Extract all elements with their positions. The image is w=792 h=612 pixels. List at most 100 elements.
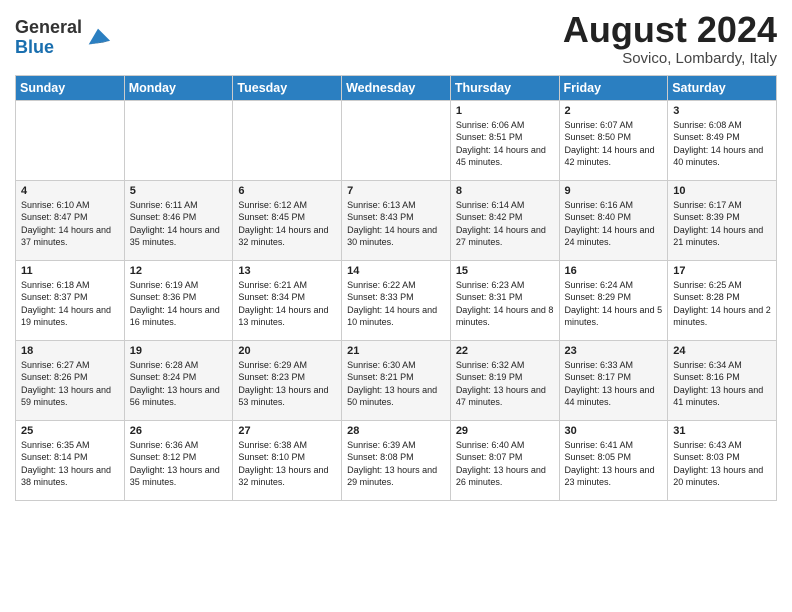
day-number: 25 (21, 425, 119, 437)
day-number: 13 (238, 265, 336, 277)
calendar-cell: 30 Sunrise: 6:41 AM Sunset: 8:05 PM Dayli… (559, 420, 668, 500)
calendar-cell: 16Sunrise: 6:24 AM Sunset: 8:29 PM Dayli… (559, 260, 668, 340)
day-info: Sunrise: 6:11 AM Sunset: 8:46 PM Dayligh… (130, 199, 228, 249)
calendar-cell: 3 Sunrise: 6:08 AM Sunset: 8:49 PM Daylig… (668, 100, 777, 180)
calendar-table: SundayMondayTuesdayWednesdayThursdayFrid… (15, 75, 777, 501)
day-number: 3 (673, 105, 771, 117)
calendar-cell (16, 100, 125, 180)
day-info: Sunrise: 6:39 AM Sunset: 8:08 PM Dayligh… (347, 439, 445, 489)
day-number: 1 (456, 105, 554, 117)
day-info: Sunrise: 6:34 AM Sunset: 8:16 PM Dayligh… (673, 359, 771, 409)
day-number: 23 (565, 345, 663, 357)
day-info: Sunrise: 6:32 AM Sunset: 8:19 PM Dayligh… (456, 359, 554, 409)
day-number: 31 (673, 425, 771, 437)
day-info: Sunrise: 6:12 AM Sunset: 8:45 PM Dayligh… (238, 199, 336, 249)
day-info: Sunrise: 6:21 AM Sunset: 8:34 PM Dayligh… (238, 279, 336, 329)
weekday-sunday: Sunday (16, 75, 125, 100)
day-number: 8 (456, 185, 554, 197)
day-number: 6 (238, 185, 336, 197)
calendar-cell: 24 Sunrise: 6:34 AM Sunset: 8:16 PM Dayli… (668, 340, 777, 420)
calendar-cell (124, 100, 233, 180)
calendar-body: 1 Sunrise: 6:06 AM Sunset: 8:51 PM Daylig… (16, 100, 777, 500)
day-info: Sunrise: 6:19 AM Sunset: 8:36 PM Dayligh… (130, 279, 228, 329)
calendar-cell: 19Sunrise: 6:28 AM Sunset: 8:24 PM Dayli… (124, 340, 233, 420)
weekday-tuesday: Tuesday (233, 75, 342, 100)
calendar-cell: 28 Sunrise: 6:39 AM Sunset: 8:08 PM Dayli… (342, 420, 451, 500)
calendar-cell: 13 Sunrise: 6:21 AM Sunset: 8:34 PM Dayli… (233, 260, 342, 340)
day-info: Sunrise: 6:06 AM Sunset: 8:51 PM Dayligh… (456, 119, 554, 169)
day-info: Sunrise: 6:10 AM Sunset: 8:47 PM Dayligh… (21, 199, 119, 249)
calendar-cell: 12 Sunrise: 6:19 AM Sunset: 8:36 PM Dayli… (124, 260, 233, 340)
day-number: 12 (130, 265, 228, 277)
day-number: 28 (347, 425, 445, 437)
calendar-cell: 14Sunrise: 6:22 AM Sunset: 8:33 PM Dayli… (342, 260, 451, 340)
day-number: 16 (565, 265, 663, 277)
calendar-week-row: 18Sunrise: 6:27 AM Sunset: 8:26 PM Dayli… (16, 340, 777, 420)
day-info: Sunrise: 6:18 AM Sunset: 8:37 PM Dayligh… (21, 279, 119, 329)
logo-text: General Blue (15, 18, 82, 58)
day-number: 21 (347, 345, 445, 357)
day-number: 22 (456, 345, 554, 357)
title-block: August 2024 Sovico, Lombardy, Italy (563, 10, 777, 67)
weekday-header-row: SundayMondayTuesdayWednesdayThursdayFrid… (16, 75, 777, 100)
day-number: 7 (347, 185, 445, 197)
day-number: 29 (456, 425, 554, 437)
day-info: Sunrise: 6:16 AM Sunset: 8:40 PM Dayligh… (565, 199, 663, 249)
calendar-week-row: 4Sunrise: 6:10 AM Sunset: 8:47 PM Daylig… (16, 180, 777, 260)
logo: General Blue (15, 18, 112, 58)
calendar-cell: 4Sunrise: 6:10 AM Sunset: 8:47 PM Daylig… (16, 180, 125, 260)
day-number: 5 (130, 185, 228, 197)
calendar-cell: 9 Sunrise: 6:16 AM Sunset: 8:40 PM Daylig… (559, 180, 668, 260)
calendar-cell: 5 Sunrise: 6:11 AM Sunset: 8:46 PM Daylig… (124, 180, 233, 260)
logo-icon (84, 24, 112, 52)
day-info: Sunrise: 6:33 AM Sunset: 8:17 PM Dayligh… (565, 359, 663, 409)
calendar-cell: 17 Sunrise: 6:25 AM Sunset: 8:28 PM Dayli… (668, 260, 777, 340)
day-info: Sunrise: 6:43 AM Sunset: 8:03 PM Dayligh… (673, 439, 771, 489)
calendar-cell: 18Sunrise: 6:27 AM Sunset: 8:26 PM Dayli… (16, 340, 125, 420)
calendar-cell: 31 Sunrise: 6:43 AM Sunset: 8:03 PM Dayli… (668, 420, 777, 500)
day-number: 15 (456, 265, 554, 277)
calendar-cell: 26 Sunrise: 6:36 AM Sunset: 8:12 PM Dayli… (124, 420, 233, 500)
day-number: 30 (565, 425, 663, 437)
calendar-cell: 23 Sunrise: 6:33 AM Sunset: 8:17 PM Dayli… (559, 340, 668, 420)
calendar-header: SundayMondayTuesdayWednesdayThursdayFrid… (16, 75, 777, 100)
day-number: 24 (673, 345, 771, 357)
day-info: Sunrise: 6:27 AM Sunset: 8:26 PM Dayligh… (21, 359, 119, 409)
day-info: Sunrise: 6:41 AM Sunset: 8:05 PM Dayligh… (565, 439, 663, 489)
day-info: Sunrise: 6:23 AM Sunset: 8:31 PM Dayligh… (456, 279, 554, 329)
day-number: 26 (130, 425, 228, 437)
day-info: Sunrise: 6:25 AM Sunset: 8:28 PM Dayligh… (673, 279, 771, 329)
calendar-cell: 1 Sunrise: 6:06 AM Sunset: 8:51 PM Daylig… (450, 100, 559, 180)
calendar-cell: 11Sunrise: 6:18 AM Sunset: 8:37 PM Dayli… (16, 260, 125, 340)
day-number: 2 (565, 105, 663, 117)
calendar-cell: 2Sunrise: 6:07 AM Sunset: 8:50 PM Daylig… (559, 100, 668, 180)
calendar-week-row: 11Sunrise: 6:18 AM Sunset: 8:37 PM Dayli… (16, 260, 777, 340)
calendar-cell: 10Sunrise: 6:17 AM Sunset: 8:39 PM Dayli… (668, 180, 777, 260)
calendar-week-row: 25 Sunrise: 6:35 AM Sunset: 8:14 PM Dayli… (16, 420, 777, 500)
day-info: Sunrise: 6:36 AM Sunset: 8:12 PM Dayligh… (130, 439, 228, 489)
day-number: 9 (565, 185, 663, 197)
calendar-cell: 21 Sunrise: 6:30 AM Sunset: 8:21 PM Dayli… (342, 340, 451, 420)
location: Sovico, Lombardy, Italy (563, 50, 777, 67)
weekday-thursday: Thursday (450, 75, 559, 100)
day-info: Sunrise: 6:22 AM Sunset: 8:33 PM Dayligh… (347, 279, 445, 329)
logo-blue: Blue (15, 37, 54, 57)
day-info: Sunrise: 6:17 AM Sunset: 8:39 PM Dayligh… (673, 199, 771, 249)
logo-general: General (15, 17, 82, 37)
day-info: Sunrise: 6:38 AM Sunset: 8:10 PM Dayligh… (238, 439, 336, 489)
calendar-cell (342, 100, 451, 180)
day-number: 17 (673, 265, 771, 277)
day-info: Sunrise: 6:08 AM Sunset: 8:49 PM Dayligh… (673, 119, 771, 169)
calendar-cell: 22 Sunrise: 6:32 AM Sunset: 8:19 PM Dayli… (450, 340, 559, 420)
calendar-cell: 29Sunrise: 6:40 AM Sunset: 8:07 PM Dayli… (450, 420, 559, 500)
weekday-friday: Friday (559, 75, 668, 100)
day-number: 20 (238, 345, 336, 357)
calendar-cell: 7Sunrise: 6:13 AM Sunset: 8:43 PM Daylig… (342, 180, 451, 260)
day-info: Sunrise: 6:30 AM Sunset: 8:21 PM Dayligh… (347, 359, 445, 409)
calendar-cell: 27Sunrise: 6:38 AM Sunset: 8:10 PM Dayli… (233, 420, 342, 500)
month-year: August 2024 (563, 10, 777, 50)
day-info: Sunrise: 6:35 AM Sunset: 8:14 PM Dayligh… (21, 439, 119, 489)
day-info: Sunrise: 6:29 AM Sunset: 8:23 PM Dayligh… (238, 359, 336, 409)
day-info: Sunrise: 6:28 AM Sunset: 8:24 PM Dayligh… (130, 359, 228, 409)
calendar-cell: 25 Sunrise: 6:35 AM Sunset: 8:14 PM Dayli… (16, 420, 125, 500)
